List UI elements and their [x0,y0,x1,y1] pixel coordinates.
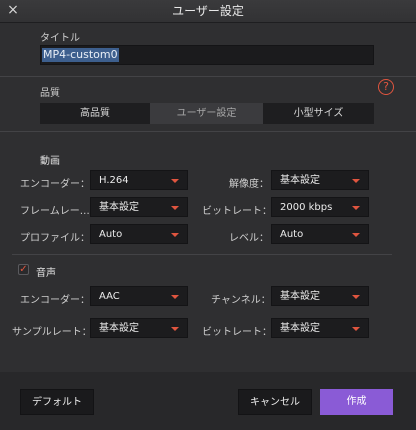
video-framerate-dropdown[interactable]: 基本設定 [90,197,188,217]
video-encoder-label: エンコーダー： [20,179,90,190]
dialog-footer: デフォルト キャンセル 作成 [0,372,416,430]
chevron-down-icon [171,233,179,237]
audio-channel-value: 基本設定 [280,291,320,302]
quality-option-custom[interactable]: ユーザー設定 [150,103,263,124]
video-framerate-label: フレームレー… [20,206,90,217]
audio-samplerate-label: サンプルレート： [12,327,92,338]
video-profile-dropdown[interactable]: Auto [90,224,188,244]
audio-channel-label: チャンネル： [211,295,271,306]
chevron-down-icon [171,295,179,299]
chevron-down-icon [352,295,360,299]
video-resolution-dropdown[interactable]: 基本設定 [271,170,369,190]
video-bitrate-value: 2000 kbps [280,202,333,213]
audio-bitrate-value: 基本設定 [280,323,320,334]
cancel-button[interactable]: キャンセル [238,389,312,415]
title-input-value: MP4-custom0 [42,48,119,62]
divider [0,76,416,77]
audio-encoder-value: AAC [99,291,120,302]
quality-option-high[interactable]: 高品質 [40,103,150,124]
video-encoder-dropdown[interactable]: H.264 [90,170,188,190]
audio-samplerate-value: 基本設定 [99,323,139,334]
audio-enable-checkbox[interactable]: ✓ [18,264,29,275]
audio-channel-dropdown[interactable]: 基本設定 [271,286,369,306]
chevron-down-icon [352,327,360,331]
chevron-down-icon [171,179,179,183]
close-icon[interactable]: × [6,3,20,17]
window-titlebar: × ユーザー設定 [0,0,416,23]
audio-section-label: 音声 [36,268,56,279]
divider [0,131,416,132]
divider [12,254,392,255]
video-bitrate-label: ビットレート： [202,206,272,217]
title-input[interactable]: MP4-custom0 [40,45,374,65]
audio-samplerate-dropdown[interactable]: 基本設定 [90,318,188,338]
help-icon[interactable]: ? [378,79,394,95]
title-label: タイトル [40,33,80,44]
quality-option-small[interactable]: 小型サイズ [263,103,374,124]
default-button[interactable]: デフォルト [20,389,94,415]
audio-bitrate-dropdown[interactable]: 基本設定 [271,318,369,338]
video-encoder-value: H.264 [99,175,129,186]
audio-encoder-label: エンコーダー： [20,295,90,306]
video-profile-label: プロファイル： [20,233,90,244]
audio-bitrate-label: ビットレート： [202,327,272,338]
quality-label: 品質 [40,88,60,99]
video-resolution-label: 解像度： [229,179,269,190]
audio-encoder-dropdown[interactable]: AAC [90,286,188,306]
video-bitrate-dropdown[interactable]: 2000 kbps [271,197,369,217]
video-section-label: 動画 [40,156,60,167]
video-level-value: Auto [280,229,304,240]
chevron-down-icon [352,179,360,183]
window-title: ユーザー設定 [172,4,244,18]
video-framerate-value: 基本設定 [99,202,139,213]
video-profile-value: Auto [99,229,123,240]
video-level-dropdown[interactable]: Auto [271,224,369,244]
chevron-down-icon [352,206,360,210]
chevron-down-icon [171,327,179,331]
create-button[interactable]: 作成 [320,389,393,415]
video-resolution-value: 基本設定 [280,175,320,186]
chevron-down-icon [352,233,360,237]
chevron-down-icon [171,206,179,210]
video-level-label: レベル： [229,233,269,244]
